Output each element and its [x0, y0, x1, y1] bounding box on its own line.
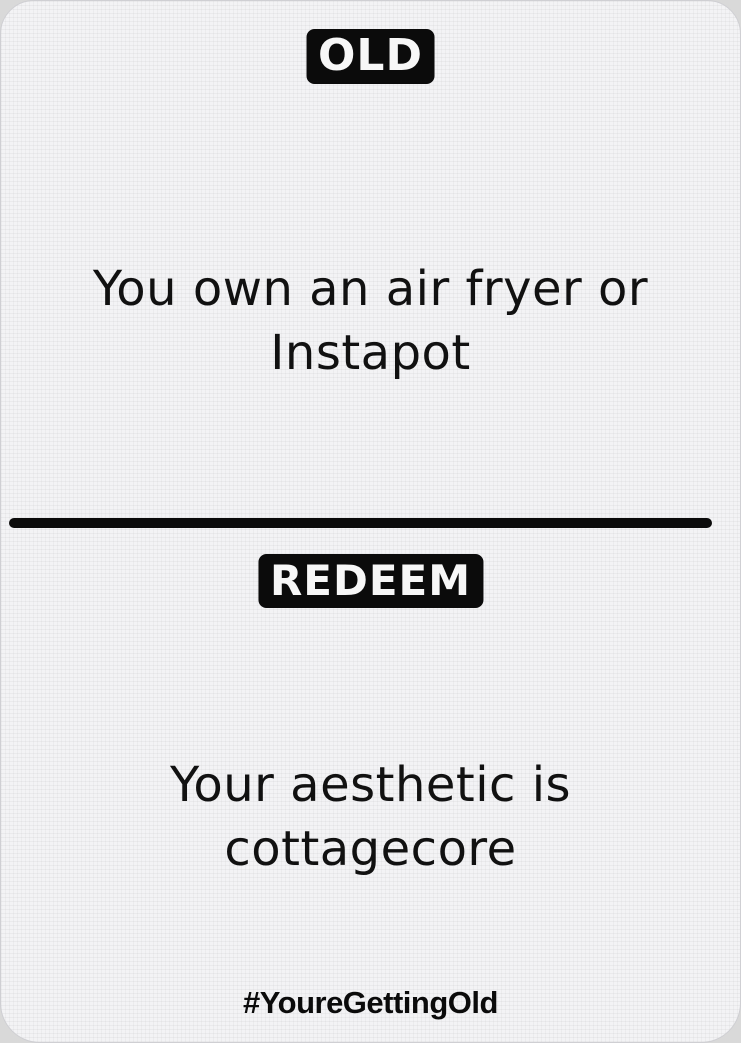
redeem-statement: Your aesthetic is cottagecore — [169, 757, 572, 877]
redeem-label: REDEEM — [257, 554, 484, 608]
old-label: OLD — [306, 29, 435, 84]
section-divider — [9, 518, 712, 528]
hashtag: #YoureGettingOld — [243, 985, 498, 1020]
game-card: OLD You own an air fryer or Instapot RED… — [0, 0, 741, 1043]
old-statement: You own an air fryer or Instapot — [92, 261, 649, 381]
